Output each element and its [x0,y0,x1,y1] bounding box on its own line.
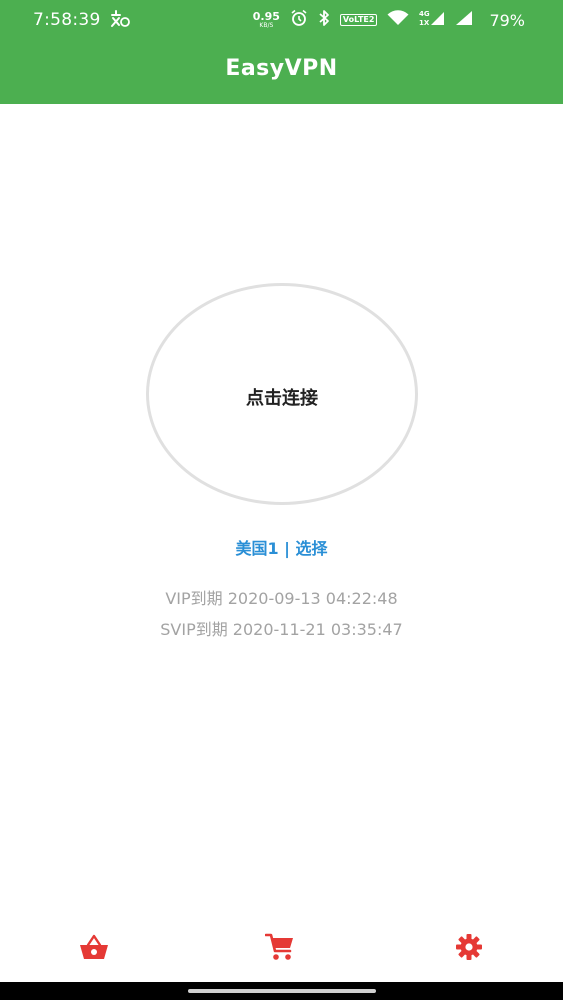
alarm-icon [290,9,308,31]
volte-badge: VoLTE2 [339,14,378,26]
nav-shop-button[interactable] [77,932,111,966]
nav-cart-button[interactable] [263,932,297,966]
server-select-link[interactable]: 美国1 | 选择 [235,539,327,558]
gear-icon [455,933,483,965]
app-title: EasyVPN [225,56,338,81]
network-speed: 0.95 KB/S [253,11,280,29]
app-notification-icon [109,9,131,29]
signal-4g-icon: 4G 1X [419,9,445,31]
connect-label: 点击连接 [246,388,318,409]
home-gesture-handle[interactable] [188,989,376,993]
network-speed-unit: KB/S [259,22,274,29]
battery-percent: 79% [489,10,525,30]
nav-settings-button[interactable] [452,932,486,966]
vip-expiry: VIP到期 2020-09-13 04:22:48 [165,589,398,608]
bottom-nav [0,930,563,970]
wifi-icon [387,10,409,30]
svg-text:1X: 1X [419,19,430,27]
shopping-cart-icon [264,933,295,965]
status-time: 7:58:39 [33,10,101,30]
signal-icon [455,10,473,30]
network-speed-value: 0.95 [252,10,280,23]
svg-text:4G: 4G [419,10,430,18]
svip-expiry: SVIP到期 2020-11-21 03:35:47 [160,620,403,639]
server-selector: 美国1 | 选择 [0,535,563,559]
connect-button[interactable]: 点击连接 [146,283,418,505]
app-bar: 7:58:39 0.95 KB/S VoLTE2 4G 1X 79% EasyV… [0,0,563,104]
status-icons: 0.95 KB/S VoLTE2 4G 1X 79% [253,8,525,32]
system-navigation-bar [0,982,563,1000]
bluetooth-icon [318,9,330,31]
basket-icon [79,934,109,964]
status-bar: 7:58:39 0.95 KB/S VoLTE2 4G 1X 79% [0,0,563,40]
